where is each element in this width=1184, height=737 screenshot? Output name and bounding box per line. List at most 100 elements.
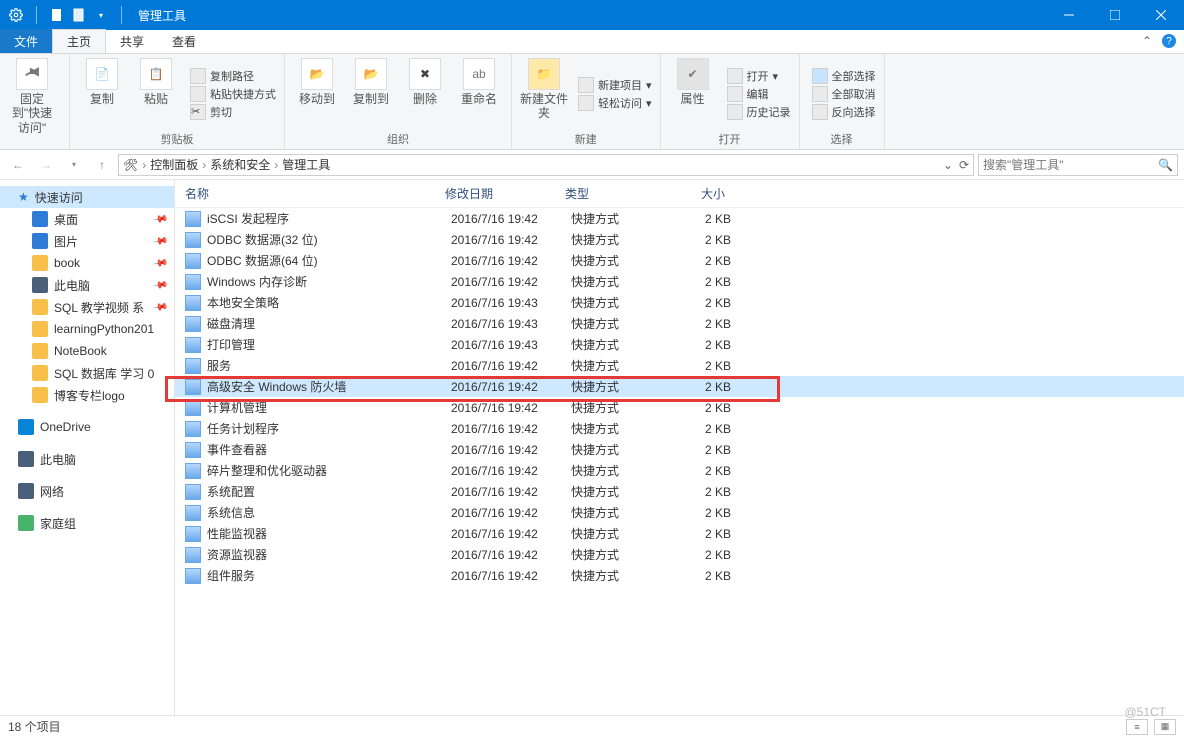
shortcut-icon: [185, 463, 201, 479]
select-all-button[interactable]: 全部选择: [812, 68, 876, 84]
address-dropdown-icon[interactable]: ⌄: [943, 158, 953, 172]
easy-access-button[interactable]: 轻松访问 ▾: [578, 95, 652, 111]
cut-button[interactable]: ✂剪切: [190, 104, 276, 120]
sidebar-item[interactable]: NoteBook: [0, 340, 174, 362]
copy-to-button[interactable]: 📂复制到: [347, 58, 395, 106]
file-row[interactable]: 磁盘清理2016/7/16 19:43快捷方式2 KB: [175, 313, 1184, 334]
file-size: 2 KB: [691, 212, 771, 226]
qat-newfile-icon[interactable]: [49, 7, 65, 23]
pin-icon: 📌: [152, 233, 169, 249]
view-details-button[interactable]: ≡: [1126, 719, 1148, 735]
window-maximize-button[interactable]: [1092, 0, 1138, 30]
breadcrumb: 系统和安全›: [210, 156, 278, 173]
sidebar-item[interactable]: learningPython201: [0, 318, 174, 340]
delete-button[interactable]: ✖删除: [401, 58, 449, 106]
new-item-button[interactable]: 新建项目 ▾: [578, 77, 652, 93]
address-bar: ← → ▾ ↑ 🛠› 控制面板› 系统和安全› 管理工具 ⌄ ⟳ 搜索"管理工具…: [0, 150, 1184, 180]
file-row[interactable]: 事件查看器2016/7/16 19:42快捷方式2 KB: [175, 439, 1184, 460]
window-minimize-button[interactable]: [1046, 0, 1092, 30]
address-field[interactable]: 🛠› 控制面板› 系统和安全› 管理工具 ⌄ ⟳: [118, 154, 974, 176]
nav-up-button[interactable]: ↑: [90, 153, 114, 177]
col-type[interactable]: 类型: [565, 185, 685, 202]
copy-path-button[interactable]: 复制路径: [190, 68, 276, 84]
nav-recent-button[interactable]: ▾: [62, 153, 86, 177]
file-type: 快捷方式: [571, 210, 691, 227]
tab-view[interactable]: 查看: [158, 29, 210, 53]
file-row[interactable]: 碎片整理和优化驱动器2016/7/16 19:42快捷方式2 KB: [175, 460, 1184, 481]
file-row[interactable]: 高级安全 Windows 防火墙2016/7/16 19:42快捷方式2 KB: [175, 376, 1184, 397]
file-name: 高级安全 Windows 防火墙: [207, 378, 451, 395]
qat-properties-icon[interactable]: [71, 7, 87, 23]
file-row[interactable]: 计算机管理2016/7/16 19:42快捷方式2 KB: [175, 397, 1184, 418]
file-row[interactable]: 组件服务2016/7/16 19:42快捷方式2 KB: [175, 565, 1184, 586]
edit-button[interactable]: 编辑: [727, 86, 791, 102]
sidebar-item[interactable]: 博客专栏logo: [0, 384, 174, 406]
navigation-pane: ★快速访问 桌面📌图片📌book📌此电脑📌SQL 教学视频 系📌learning…: [0, 180, 175, 715]
file-row[interactable]: 资源监视器2016/7/16 19:42快捷方式2 KB: [175, 544, 1184, 565]
sidebar-item[interactable]: 桌面📌: [0, 208, 174, 230]
new-folder-button[interactable]: 📁新建文件夹: [520, 58, 568, 121]
sidebar-item[interactable]: 图片📌: [0, 230, 174, 252]
sidebar-onedrive[interactable]: OneDrive: [0, 416, 174, 438]
sidebar-homegroup[interactable]: 家庭组: [0, 512, 174, 534]
folder-icon: 🛠: [123, 158, 138, 172]
file-row[interactable]: 任务计划程序2016/7/16 19:42快捷方式2 KB: [175, 418, 1184, 439]
tab-file[interactable]: 文件: [0, 29, 52, 53]
nav-back-button[interactable]: ←: [6, 153, 30, 177]
col-date[interactable]: 修改日期: [445, 185, 565, 202]
refresh-icon[interactable]: ⟳: [959, 158, 969, 172]
ribbon-collapse-icon[interactable]: ⌃: [1142, 34, 1152, 48]
search-input[interactable]: 搜索"管理工具" 🔍: [978, 154, 1178, 176]
tab-home[interactable]: 主页: [52, 29, 106, 53]
file-name: 磁盘清理: [207, 315, 451, 332]
column-headers[interactable]: 名称 修改日期 类型 大小: [175, 180, 1184, 208]
file-type: 快捷方式: [571, 483, 691, 500]
file-date: 2016/7/16 19:42: [451, 569, 571, 583]
sidebar-item[interactable]: 此电脑📌: [0, 274, 174, 296]
file-type: 快捷方式: [571, 420, 691, 437]
open-button[interactable]: 打开 ▾: [727, 68, 791, 84]
select-none-button[interactable]: 全部取消: [812, 86, 876, 102]
help-icon[interactable]: ?: [1162, 34, 1176, 48]
file-row[interactable]: 服务2016/7/16 19:42快捷方式2 KB: [175, 355, 1184, 376]
col-name[interactable]: 名称: [185, 185, 445, 202]
view-tiles-button[interactable]: ▦: [1154, 719, 1176, 735]
sidebar-quick-access[interactable]: ★快速访问: [0, 186, 174, 208]
file-row[interactable]: 本地安全策略2016/7/16 19:43快捷方式2 KB: [175, 292, 1184, 313]
group-new-label: 新建: [520, 131, 652, 147]
sidebar-item[interactable]: SQL 数据库 学习 0: [0, 362, 174, 384]
window-settings-icon[interactable]: [8, 7, 24, 23]
file-date: 2016/7/16 19:42: [451, 275, 571, 289]
shortcut-icon: [185, 442, 201, 458]
sidebar-network[interactable]: 网络: [0, 480, 174, 502]
file-name: 事件查看器: [207, 441, 451, 458]
file-row[interactable]: 系统配置2016/7/16 19:42快捷方式2 KB: [175, 481, 1184, 502]
group-organize-label: 组织: [293, 131, 503, 147]
file-type: 快捷方式: [571, 294, 691, 311]
file-row[interactable]: ODBC 数据源(32 位)2016/7/16 19:42快捷方式2 KB: [175, 229, 1184, 250]
rename-button[interactable]: ab重命名: [455, 58, 503, 106]
tab-share[interactable]: 共享: [106, 29, 158, 53]
pin-to-quick-button[interactable]: 固定到"快速访问": [8, 58, 56, 135]
file-row[interactable]: ODBC 数据源(64 位)2016/7/16 19:42快捷方式2 KB: [175, 250, 1184, 271]
file-row[interactable]: 打印管理2016/7/16 19:43快捷方式2 KB: [175, 334, 1184, 355]
window-close-button[interactable]: [1138, 0, 1184, 30]
col-size[interactable]: 大小: [685, 185, 765, 202]
paste-shortcut-button[interactable]: 粘贴快捷方式: [190, 86, 276, 102]
sidebar-item[interactable]: book📌: [0, 252, 174, 274]
nav-forward-button[interactable]: →: [34, 153, 58, 177]
history-button[interactable]: 历史记录: [727, 104, 791, 120]
file-row[interactable]: 性能监视器2016/7/16 19:42快捷方式2 KB: [175, 523, 1184, 544]
sidebar-thispc[interactable]: 此电脑: [0, 448, 174, 470]
file-row[interactable]: Windows 内存诊断2016/7/16 19:42快捷方式2 KB: [175, 271, 1184, 292]
invert-selection-button[interactable]: 反向选择: [812, 104, 876, 120]
properties-button[interactable]: ✔属性: [669, 58, 717, 106]
file-type: 快捷方式: [571, 441, 691, 458]
qat-dropdown-icon[interactable]: ▾: [93, 7, 109, 23]
copy-button[interactable]: 📄复制: [78, 58, 126, 106]
paste-button[interactable]: 📋粘贴: [132, 58, 180, 106]
sidebar-item[interactable]: SQL 教学视频 系📌: [0, 296, 174, 318]
file-row[interactable]: 系统信息2016/7/16 19:42快捷方式2 KB: [175, 502, 1184, 523]
move-to-button[interactable]: 📂移动到: [293, 58, 341, 106]
file-row[interactable]: iSCSI 发起程序2016/7/16 19:42快捷方式2 KB: [175, 208, 1184, 229]
